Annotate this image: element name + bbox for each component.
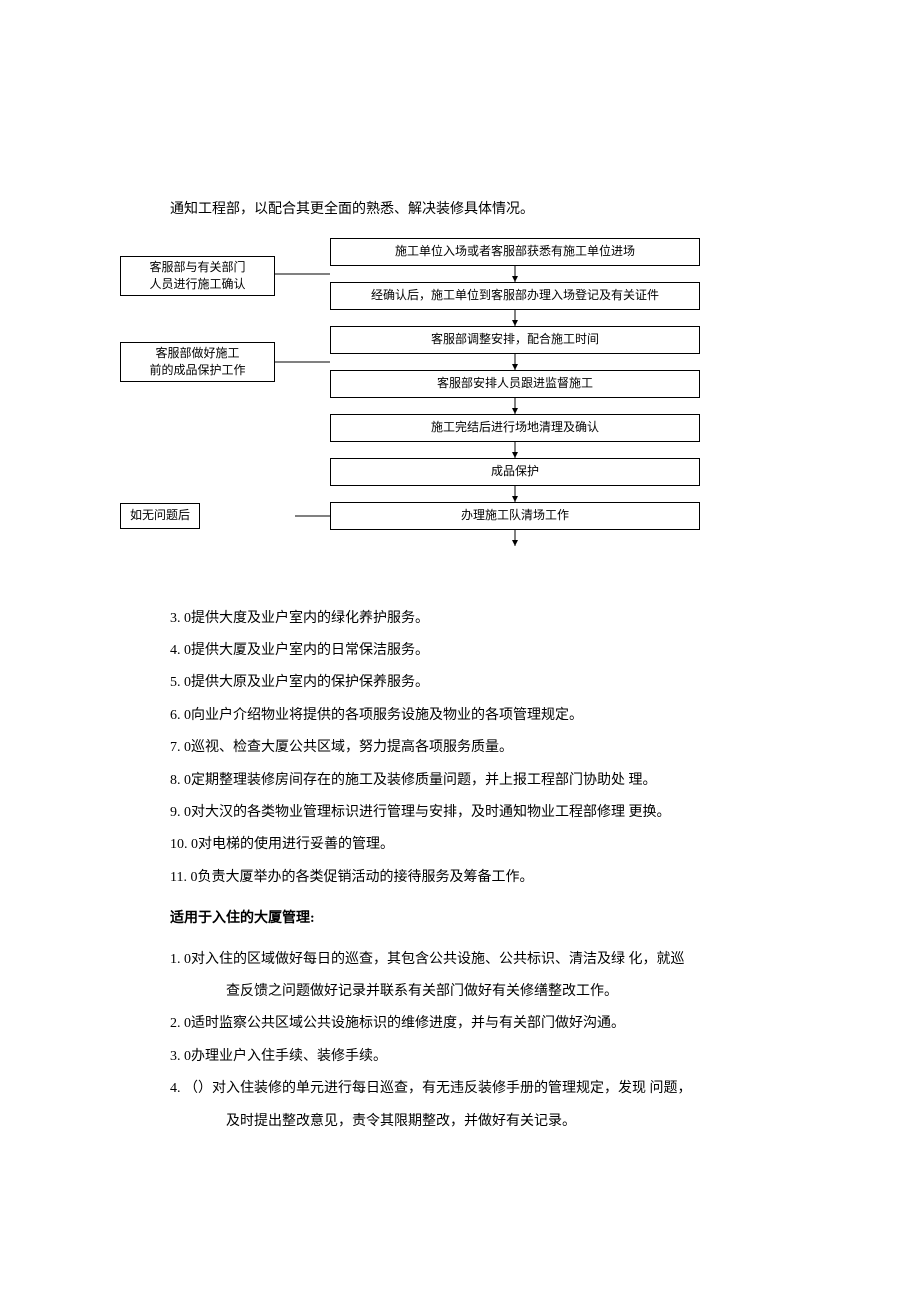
flow-step-6: 成品保护 — [330, 458, 700, 486]
flow-left-box-confirm: 客服部与有关部门 人员进行施工确认 — [120, 256, 275, 296]
list-item: 10. 0对电梯的使用进行妥善的管理。 — [170, 834, 750, 856]
flow-step-5: 施工完结后进行场地清理及确认 — [330, 414, 700, 442]
flow-step-6-label: 成品保护 — [491, 463, 539, 480]
flow-step-4-label: 客服部安排人员跟进监督施工 — [437, 375, 593, 392]
list-item: 3. 0提供大度及业户室内的绿化养护服务。 — [170, 608, 750, 630]
list-item: 查反馈之问题做好记录并联系有关部门做好有关修缮整改工作。 — [170, 981, 750, 1003]
list-item: 2. 0适时监察公共区域公共设施标识的维修进度，并与有关部门做好沟通。 — [170, 1013, 750, 1035]
flow-left-box-protect: 客服部做好施工 前的成品保护工作 — [120, 342, 275, 382]
list-item: 3. 0办理业户入住手续、装修手续。 — [170, 1046, 750, 1068]
list-item: 9. 0对大汉的各类物业管理标识进行管理与安排，及时通知物业工程部修理 更换。 — [170, 802, 750, 824]
flow-left-box-protect-line1: 客服部做好施工 — [155, 345, 239, 362]
flow-left-box-confirm-line2: 人员进行施工确认 — [149, 276, 245, 293]
flow-left-box-noissue: 如无问题后 — [120, 503, 200, 529]
list-item: 及时提出整改意见，责令其限期整改，并做好有关记录。 — [170, 1111, 750, 1133]
flow-left-box-confirm-line1: 客服部与有关部门 — [149, 259, 245, 276]
list-item: 7. 0巡视、检查大厦公共区域，努力提高各项服务质量。 — [170, 737, 750, 759]
flowchart: 客服部与有关部门 人员进行施工确认 客服部做好施工 前的成品保护工作 如无问题后… — [120, 238, 700, 568]
flow-left-box-protect-line2: 前的成品保护工作 — [149, 362, 245, 379]
flow-step-1: 施工单位入场或者客服部获悉有施工单位进场 — [330, 238, 700, 266]
flow-step-3: 客服部调整安排，配合施工时间 — [330, 326, 700, 354]
list-item: 4. （）对入住装修的单元进行每日巡查，有无违反装修手册的管理规定，发现 问题， — [170, 1078, 750, 1100]
flow-step-2: 经确认后，施工单位到客服部办理入场登记及有关证件 — [330, 282, 700, 310]
list-item: 11. 0负责大厦举办的各类促销活动的接待服务及筹备工作。 — [170, 867, 750, 889]
flow-step-2-label: 经确认后，施工单位到客服部办理入场登记及有关证件 — [371, 287, 659, 304]
flow-step-5-label: 施工完结后进行场地清理及确认 — [431, 419, 599, 436]
intro-text: 通知工程部，以配合其更全面的熟悉、解决装修具体情况。 — [170, 200, 750, 220]
section-title-move-in: 适用于入住的大厦管理: — [170, 909, 750, 929]
list-item: 5. 0提供大原及业户室内的保护保养服务。 — [170, 672, 750, 694]
list-move-in: 1. 0对入住的区域做好每日的巡查，其包含公共设施、公共标识、清洁及绿 化，就巡… — [170, 949, 750, 1133]
flow-step-4: 客服部安排人员跟进监督施工 — [330, 370, 700, 398]
flow-step-3-label: 客服部调整安排，配合施工时间 — [431, 331, 599, 348]
list-services: 3. 0提供大度及业户室内的绿化养护服务。 4. 0提供大厦及业户室内的日常保洁… — [170, 608, 750, 890]
list-item: 1. 0对入住的区域做好每日的巡查，其包含公共设施、公共标识、清洁及绿 化，就巡 — [170, 949, 750, 971]
list-item: 4. 0提供大厦及业户室内的日常保洁服务。 — [170, 640, 750, 662]
flow-left-box-noissue-label: 如无问题后 — [130, 507, 190, 524]
flow-step-1-label: 施工单位入场或者客服部获悉有施工单位进场 — [395, 243, 635, 260]
flow-step-7-label: 办理施工队清场工作 — [461, 507, 569, 524]
list-item: 8. 0定期整理装修房间存在的施工及装修质量问题，并上报工程部门协助处 理。 — [170, 770, 750, 792]
list-item: 6. 0向业户介绍物业将提供的各项服务设施及物业的各项管理规定。 — [170, 705, 750, 727]
flow-step-7: 办理施工队清场工作 — [330, 502, 700, 530]
